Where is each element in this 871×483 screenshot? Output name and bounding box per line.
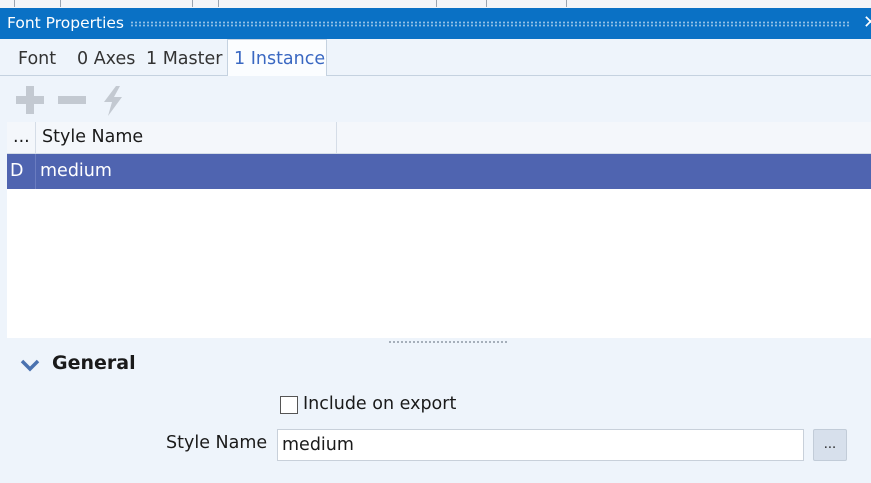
toolbar-fragment <box>566 0 567 7</box>
lightning-icon <box>104 86 122 116</box>
title-drag-grip[interactable] <box>130 21 851 27</box>
panel-title-bar[interactable]: Font Properties ✕ <box>0 8 871 39</box>
table-row[interactable]: D medium <box>7 154 871 189</box>
remove-instance-button[interactable] <box>56 86 88 116</box>
add-icon <box>16 86 44 114</box>
toolbar-fragment <box>436 0 437 7</box>
close-icon[interactable]: ✕ <box>863 12 871 33</box>
tab-strip: Font 0 Axes 1 Master 1 Instance <box>0 39 871 76</box>
include-on-export-checkbox[interactable] <box>280 396 298 414</box>
panel-splitter[interactable] <box>388 340 508 344</box>
toolbar-fragment <box>60 0 61 7</box>
row-style-name: medium <box>40 161 112 181</box>
panel-title: Font Properties <box>7 14 125 32</box>
tab-font[interactable]: Font <box>18 39 56 75</box>
toolbar-fragment <box>218 0 219 7</box>
instance-action-button[interactable] <box>100 86 132 116</box>
include-on-export-label[interactable]: Include on export <box>303 394 456 414</box>
remove-icon <box>58 96 86 104</box>
row-default-flag: D <box>7 154 36 189</box>
tab-masters[interactable]: 1 Master <box>146 39 222 75</box>
tab-instances[interactable]: 1 Instance <box>227 39 327 76</box>
style-name-input[interactable] <box>277 429 804 461</box>
general-section-title: General <box>52 352 136 374</box>
chevron-down-icon[interactable] <box>20 359 40 373</box>
instances-grid: ... Style Name D medium <box>7 122 871 338</box>
column-header-flag[interactable]: ... <box>7 122 36 153</box>
style-name-label: Style Name <box>166 433 268 453</box>
instance-toolbar <box>0 76 871 122</box>
toolbar-fragment <box>14 0 15 7</box>
add-instance-button[interactable] <box>14 86 46 116</box>
toolbar-fragment <box>192 0 193 7</box>
column-header-style-name[interactable]: Style Name <box>36 122 337 153</box>
style-name-browse-button[interactable]: ... <box>813 429 847 461</box>
toolbar-fragment <box>486 0 487 7</box>
tab-axes[interactable]: 0 Axes <box>77 39 135 75</box>
grid-header: ... Style Name <box>7 122 871 154</box>
